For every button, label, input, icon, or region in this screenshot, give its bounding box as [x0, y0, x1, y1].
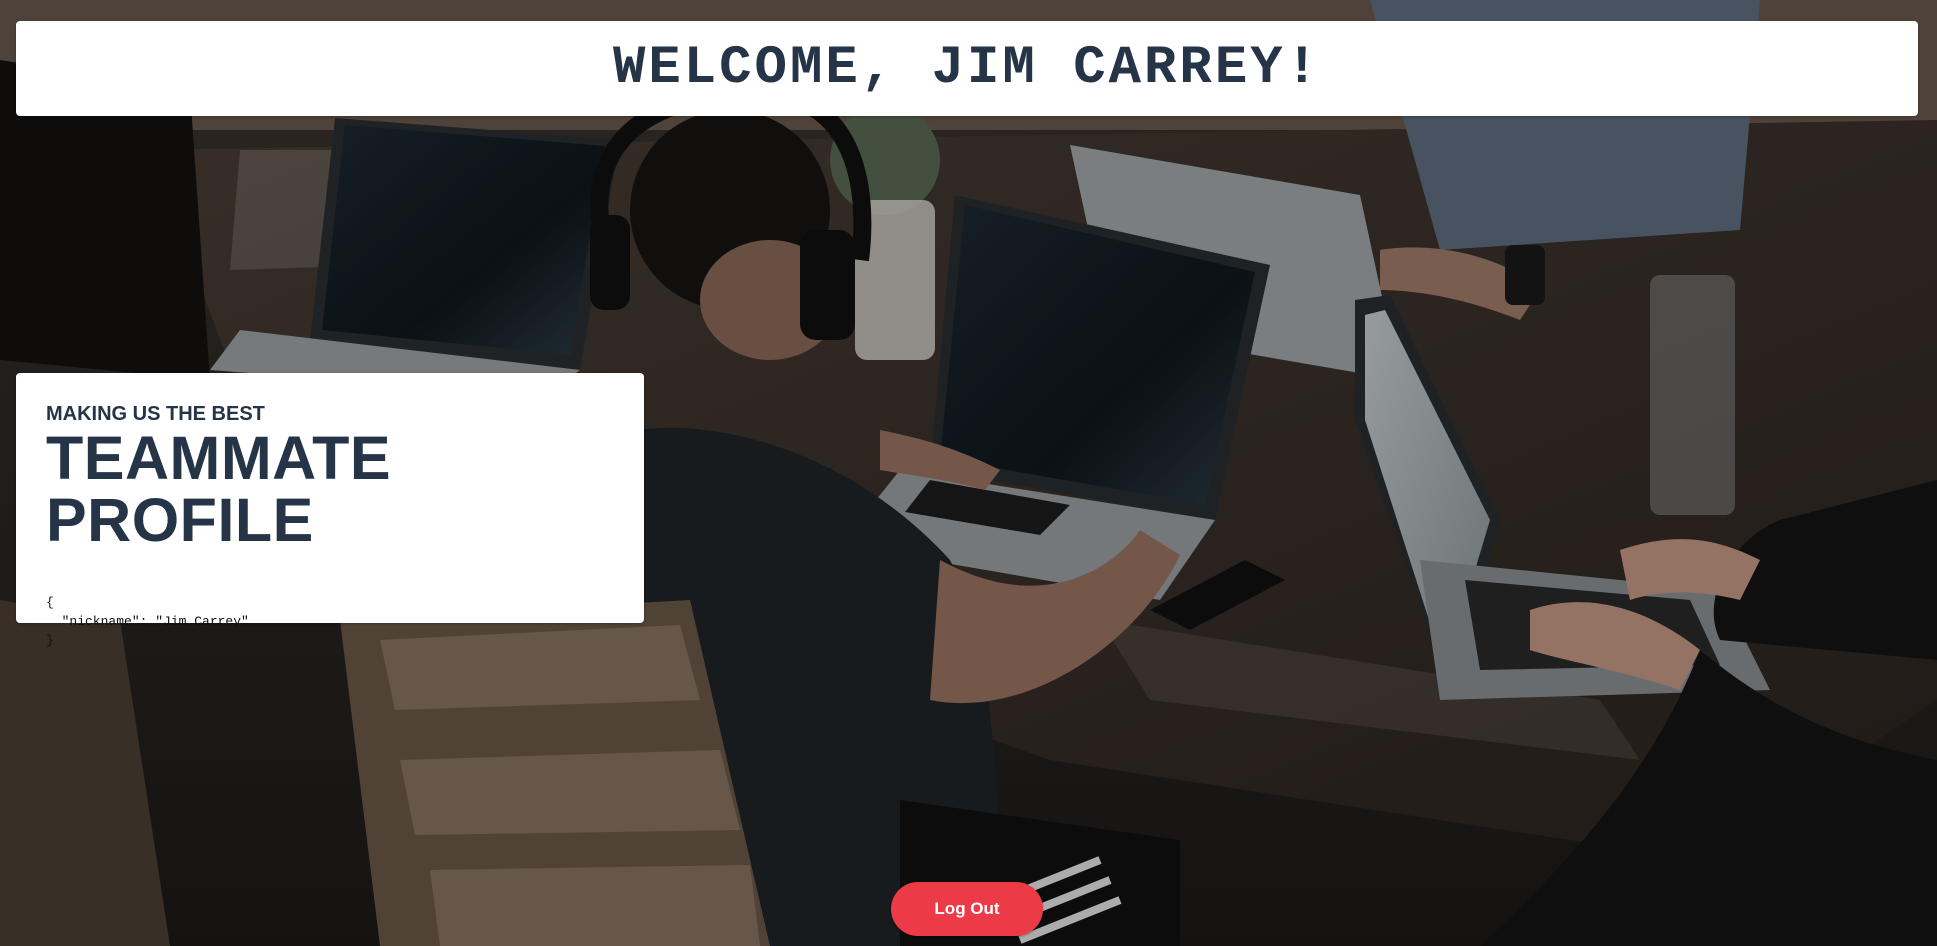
profile-json-data: { "nickname": "Jim Carrey" }	[46, 595, 249, 648]
welcome-heading: WELCOME, JIM CARREY!	[612, 38, 1322, 99]
profile-title: TEAMMATE PROFILE	[46, 424, 392, 554]
profile-subtitle: MAKING US THE BEST	[46, 403, 265, 425]
welcome-banner: WELCOME, JIM CARREY!	[16, 21, 1918, 116]
teammate-profile-card: MAKING US THE BEST TEAMMATE PROFILE { "n…	[16, 373, 644, 648]
logout-button[interactable]: Log Out	[891, 882, 1043, 936]
